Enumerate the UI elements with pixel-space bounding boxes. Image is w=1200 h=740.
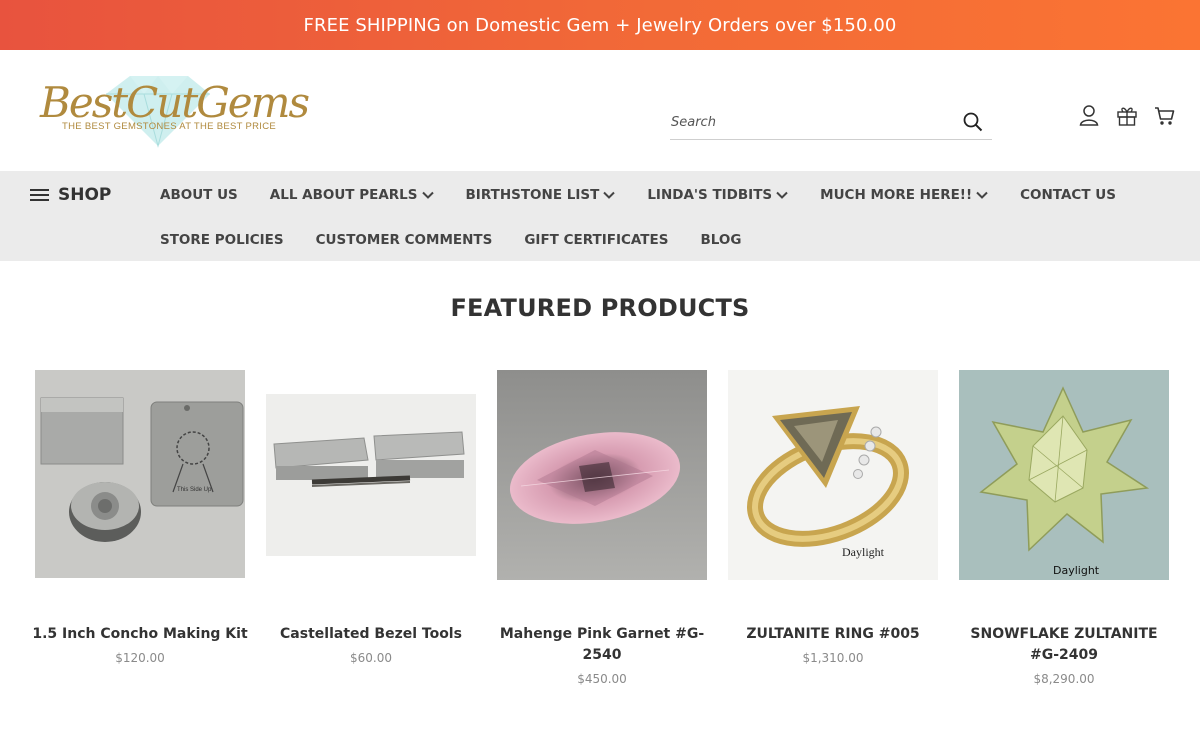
main-navigation: SHOP ABOUT US ALL ABOUT PEARLS BIRTHSTON… — [0, 171, 1200, 261]
site-logo[interactable]: BestCutGems THE BEST GEMSTONES AT THE BE… — [38, 70, 310, 152]
search-form — [670, 105, 992, 140]
nav-item-blog[interactable]: BLOG — [700, 232, 741, 248]
product-name-link[interactable]: 1.5 Inch Concho Making Kit — [32, 626, 247, 642]
logo-wordmark: BestCutGems — [40, 78, 310, 127]
product-info: Mahenge Pink Garnet #G-2540 $450.00 — [492, 624, 712, 690]
chevron-down-icon — [603, 191, 616, 199]
nav-item-label: LINDA'S TIDBITS — [647, 187, 773, 203]
nav-item-label: STORE POLICIES — [160, 232, 284, 248]
product-card[interactable]: Mahenge Pink Garnet #G-2540 $450.00 — [497, 370, 707, 686]
gift-icon[interactable] — [1116, 104, 1138, 128]
nav-item-label: BLOG — [700, 232, 742, 248]
nav-item-label: CONTACT US — [1020, 187, 1116, 203]
chevron-down-icon — [776, 191, 788, 199]
cart-icon[interactable] — [1154, 104, 1176, 128]
nav-item-store-policies[interactable]: STORE POLICIES — [160, 232, 284, 248]
product-name-link[interactable]: SNOWFLAKE ZULTANITE #G-2409 — [970, 626, 1157, 663]
banner-text: FREE SHIPPING on Domestic Gem + Jewelry … — [303, 14, 897, 36]
product-info: ZULTANITE RING #005 $1,310.00 — [723, 624, 943, 669]
product-price: $450.00 — [577, 672, 627, 686]
nav-item-much-more-here[interactable]: MUCH MORE HERE!! — [820, 187, 988, 203]
header-utility-icons — [1078, 104, 1176, 128]
product-info: Castellated Bezel Tools $60.00 — [261, 624, 481, 669]
nav-item-all-about-pearls[interactable]: ALL ABOUT PEARLS — [270, 187, 434, 203]
logo-tagline: THE BEST GEMSTONES AT THE BEST PRICE — [62, 121, 277, 132]
free-shipping-banner: FREE SHIPPING on Domestic Gem + Jewelry … — [0, 0, 1200, 50]
nav-row-primary: ABOUT US ALL ABOUT PEARLS BIRTHSTONE LIS… — [160, 187, 1148, 203]
product-name-link[interactable]: Mahenge Pink Garnet #G-2540 — [500, 626, 704, 663]
nav-item-birthstone-list[interactable]: BIRTHSTONE LIST — [466, 187, 616, 203]
product-price: $60.00 — [350, 651, 392, 665]
chevron-down-icon — [976, 191, 988, 199]
search-input[interactable] — [670, 114, 950, 130]
shop-menu-toggle[interactable]: SHOP — [30, 185, 111, 205]
product-name-link[interactable]: Castellated Bezel Tools — [280, 626, 462, 642]
product-card[interactable]: This Side Up 1.5 Inch Concho Making Kit … — [32, 370, 248, 665]
search-icon[interactable] — [962, 111, 984, 133]
chevron-down-icon — [421, 191, 434, 199]
shop-label: SHOP — [58, 185, 112, 205]
nav-item-label: MUCH MORE HERE!! — [820, 187, 973, 203]
product-card[interactable]: Castellated Bezel Tools $60.00 — [266, 370, 476, 665]
product-image[interactable]: Daylight — [728, 370, 938, 580]
product-price: $8,290.00 — [1033, 672, 1095, 686]
image-caption: Daylight — [842, 545, 885, 559]
account-icon[interactable] — [1078, 104, 1100, 128]
product-image[interactable] — [497, 370, 707, 580]
hamburger-menu-icon — [30, 188, 50, 202]
nav-item-gift-certificates[interactable]: GIFT CERTIFICATES — [524, 232, 668, 248]
image-caption: Daylight — [1053, 564, 1100, 577]
featured-products-heading: FEATURED PRODUCTS — [450, 294, 750, 322]
nav-item-label: BIRTHSTONE LIST — [465, 187, 600, 203]
nav-item-customer-comments[interactable]: CUSTOMER COMMENTS — [316, 232, 493, 248]
product-image[interactable] — [266, 370, 476, 580]
product-card[interactable]: Daylight SNOWFLAKE ZULTANITE #G-2409 $8,… — [959, 370, 1169, 686]
nav-item-label: CUSTOMER COMMENTS — [315, 232, 493, 248]
product-image[interactable]: This Side Up — [35, 370, 245, 580]
nav-item-contact-us[interactable]: CONTACT US — [1020, 187, 1116, 203]
nav-row-secondary: STORE POLICIES CUSTOMER COMMENTS GIFT CE… — [160, 232, 773, 248]
product-price: $120.00 — [115, 651, 165, 665]
product-image[interactable]: Daylight — [959, 370, 1169, 580]
product-info: SNOWFLAKE ZULTANITE #G-2409 $8,290.00 — [954, 624, 1174, 690]
product-price: $1,310.00 — [802, 651, 864, 665]
image-caption: This Side Up — [177, 487, 212, 493]
product-info: 1.5 Inch Concho Making Kit $120.00 — [30, 624, 250, 669]
nav-item-label: GIFT CERTIFICATES — [524, 232, 669, 248]
nav-item-lindas-tidbits[interactable]: LINDA'S TIDBITS — [647, 187, 788, 203]
product-name-link[interactable]: ZULTANITE RING #005 — [746, 626, 919, 642]
nav-item-about-us[interactable]: ABOUT US — [160, 187, 238, 203]
product-card[interactable]: Daylight ZULTANITE RING #005 $1,310.00 — [728, 370, 938, 665]
nav-item-label: ALL ABOUT PEARLS — [269, 187, 418, 203]
nav-item-label: ABOUT US — [160, 187, 238, 203]
